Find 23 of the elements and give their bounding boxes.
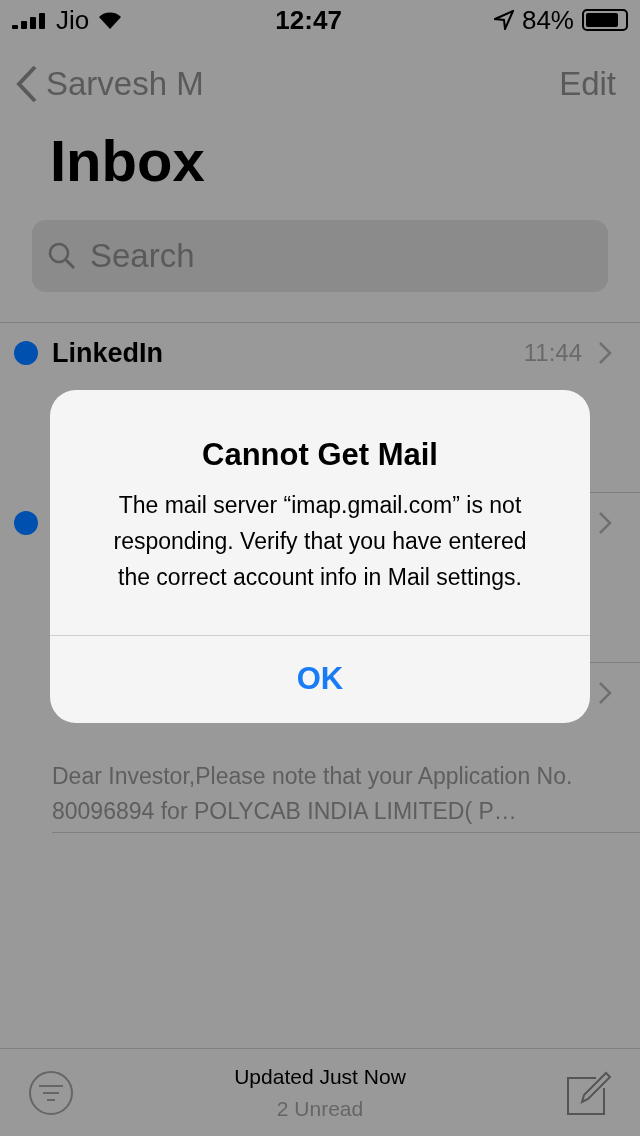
compose-icon[interactable] [566,1069,612,1116]
chevron-icon [598,511,612,535]
battery-percent: 84% [521,3,574,37]
wifi-icon [97,10,124,30]
battery-icon [582,9,628,31]
carrier-label: Jio [56,3,90,37]
search-icon [48,242,76,270]
signal-icon [12,11,48,29]
chevron-icon [598,341,612,365]
chevron-icon [598,681,612,705]
back-button[interactable]: Sarvesh M [16,59,204,109]
alert-title: Cannot Get Mail [202,436,438,474]
filter-icon[interactable] [28,1069,74,1116]
update-status: Updated Just Now [234,1064,406,1090]
inbox-title: Inbox [49,132,206,190]
alert-message: The mail server “imap.gmail.com” is not responding. Verify that you have entered the correct account info in Mail settings. [112,490,528,592]
message-preview: Dear Investor,Please note that your Application No. 80096894 for POLYCAB INDIA LIMITED( P… [52,762,574,826]
location-icon [493,10,514,30]
clock: 12:47 [275,3,342,37]
back-chevron-icon [16,65,38,103]
ok-button[interactable]: OK [50,634,590,723]
edit-button[interactable]: Edit [559,59,624,109]
sender-name: LinkedIn [52,336,163,370]
